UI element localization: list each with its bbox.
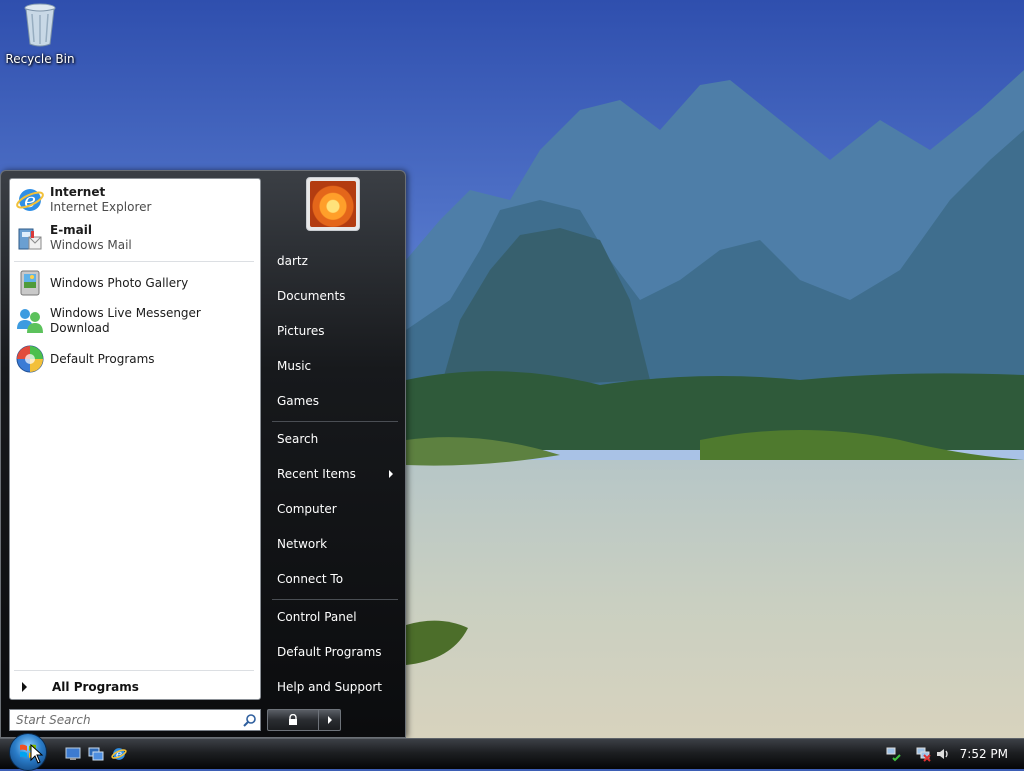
menu-control-panel[interactable]: Control Panel — [277, 606, 399, 628]
messenger-icon — [14, 305, 46, 337]
pinned-internet[interactable]: e Internet Internet Explorer — [14, 182, 258, 218]
menu-music[interactable]: Music — [277, 355, 399, 377]
svg-text:e: e — [24, 188, 36, 212]
default-programs-icon — [14, 343, 46, 375]
internet-explorer-icon: e — [111, 748, 127, 761]
chevron-right-icon — [22, 682, 27, 692]
pinned-internet-subtitle: Internet Explorer — [50, 200, 152, 214]
menu-documents[interactable]: Documents — [277, 285, 399, 307]
menu-connect-to[interactable]: Connect To — [277, 568, 399, 590]
clock[interactable]: 7:52 PM — [960, 747, 1008, 761]
menu-pictures[interactable]: Pictures — [277, 320, 399, 342]
pinned-email-title: E-mail — [50, 223, 93, 237]
volume-icon[interactable] — [934, 745, 952, 763]
menu-help-support-label: Help and Support — [277, 680, 382, 694]
menu-games[interactable]: Games — [277, 390, 399, 412]
photo-gallery-icon — [14, 267, 46, 299]
menu-user-folder[interactable]: dartz — [277, 250, 399, 272]
menu-search[interactable]: Search — [277, 428, 399, 450]
recent-messenger[interactable]: Windows Live Messenger Download — [14, 303, 258, 339]
pinned-separator — [14, 261, 254, 262]
menu-control-panel-label: Control Panel — [277, 610, 357, 624]
menu-network[interactable]: Network — [277, 533, 399, 555]
desktop-icon-recycle-bin[interactable]: Recycle Bin — [4, 2, 76, 66]
user-picture[interactable] — [306, 177, 360, 231]
menu-recent-items[interactable]: Recent Items — [277, 463, 399, 485]
right-separator-1 — [272, 421, 398, 422]
start-menu: e Internet Internet Explorer E-mail Wind… — [0, 170, 406, 738]
pinned-internet-title: Internet — [50, 185, 106, 199]
network-connected-icon[interactable] — [884, 745, 902, 763]
submenu-arrow-icon — [389, 470, 393, 478]
power-buttons — [267, 709, 343, 731]
lock-button[interactable] — [267, 709, 319, 731]
launch-ie-button[interactable]: e — [110, 745, 128, 763]
menu-recent-items-label: Recent Items — [277, 467, 356, 481]
show-desktop-icon — [65, 747, 81, 760]
flower-avatar-icon — [310, 181, 356, 227]
recent-default-programs-label: Default Programs — [50, 351, 155, 366]
menu-computer-label: Computer — [277, 502, 337, 516]
network-disconnected-icon[interactable] — [914, 745, 932, 763]
taskbar: e 7:52 PM — [0, 733, 1024, 771]
menu-documents-label: Documents — [277, 289, 346, 303]
desktop-icon-label: Recycle Bin — [5, 52, 75, 66]
lock-icon — [289, 714, 297, 725]
recent-default-programs[interactable]: Default Programs — [14, 341, 258, 377]
menu-default-programs-label: Default Programs — [277, 645, 382, 659]
start-search-input[interactable]: Start Search — [9, 709, 261, 731]
switch-windows-icon — [88, 747, 104, 761]
menu-connect-to-label: Connect To — [277, 572, 344, 586]
menu-search-label: Search — [277, 432, 319, 446]
search-icon[interactable] — [240, 713, 260, 727]
menu-music-label: Music — [277, 359, 312, 373]
menu-games-label: Games — [277, 394, 319, 408]
recent-photo-gallery[interactable]: Windows Photo Gallery — [14, 265, 258, 301]
windows-mail-icon — [14, 222, 46, 254]
all-programs-button[interactable]: All Programs — [14, 676, 258, 698]
menu-computer[interactable]: Computer — [277, 498, 399, 520]
all-programs-label: All Programs — [52, 680, 139, 694]
pinned-email[interactable]: E-mail Windows Mail — [14, 220, 258, 256]
recent-photo-gallery-label: Windows Photo Gallery — [50, 275, 189, 290]
recycle-bin-icon — [24, 3, 56, 47]
show-desktop-button[interactable] — [64, 745, 82, 763]
menu-user-folder-label: dartz — [277, 254, 308, 268]
menu-network-label: Network — [277, 537, 328, 551]
menu-default-programs[interactable]: Default Programs — [277, 641, 399, 663]
right-separator-2 — [272, 599, 398, 600]
menu-help-support[interactable]: Help and Support — [277, 676, 399, 698]
programs-pane: e Internet Internet Explorer E-mail Wind… — [9, 178, 261, 700]
switch-windows-button[interactable] — [87, 745, 105, 763]
power-options-button[interactable] — [319, 709, 341, 731]
chevron-right-icon — [327, 716, 332, 724]
pinned-email-subtitle: Windows Mail — [50, 238, 132, 252]
internet-explorer-icon: e — [14, 184, 46, 216]
recent-messenger-label: Windows Live Messenger Download — [50, 306, 201, 335]
start-search-placeholder: Start Search — [16, 713, 91, 727]
all-programs-separator — [14, 670, 254, 671]
mouse-cursor-icon — [30, 744, 44, 764]
menu-pictures-label: Pictures — [277, 324, 325, 338]
system-tray: 7:52 PM — [882, 739, 1024, 769]
